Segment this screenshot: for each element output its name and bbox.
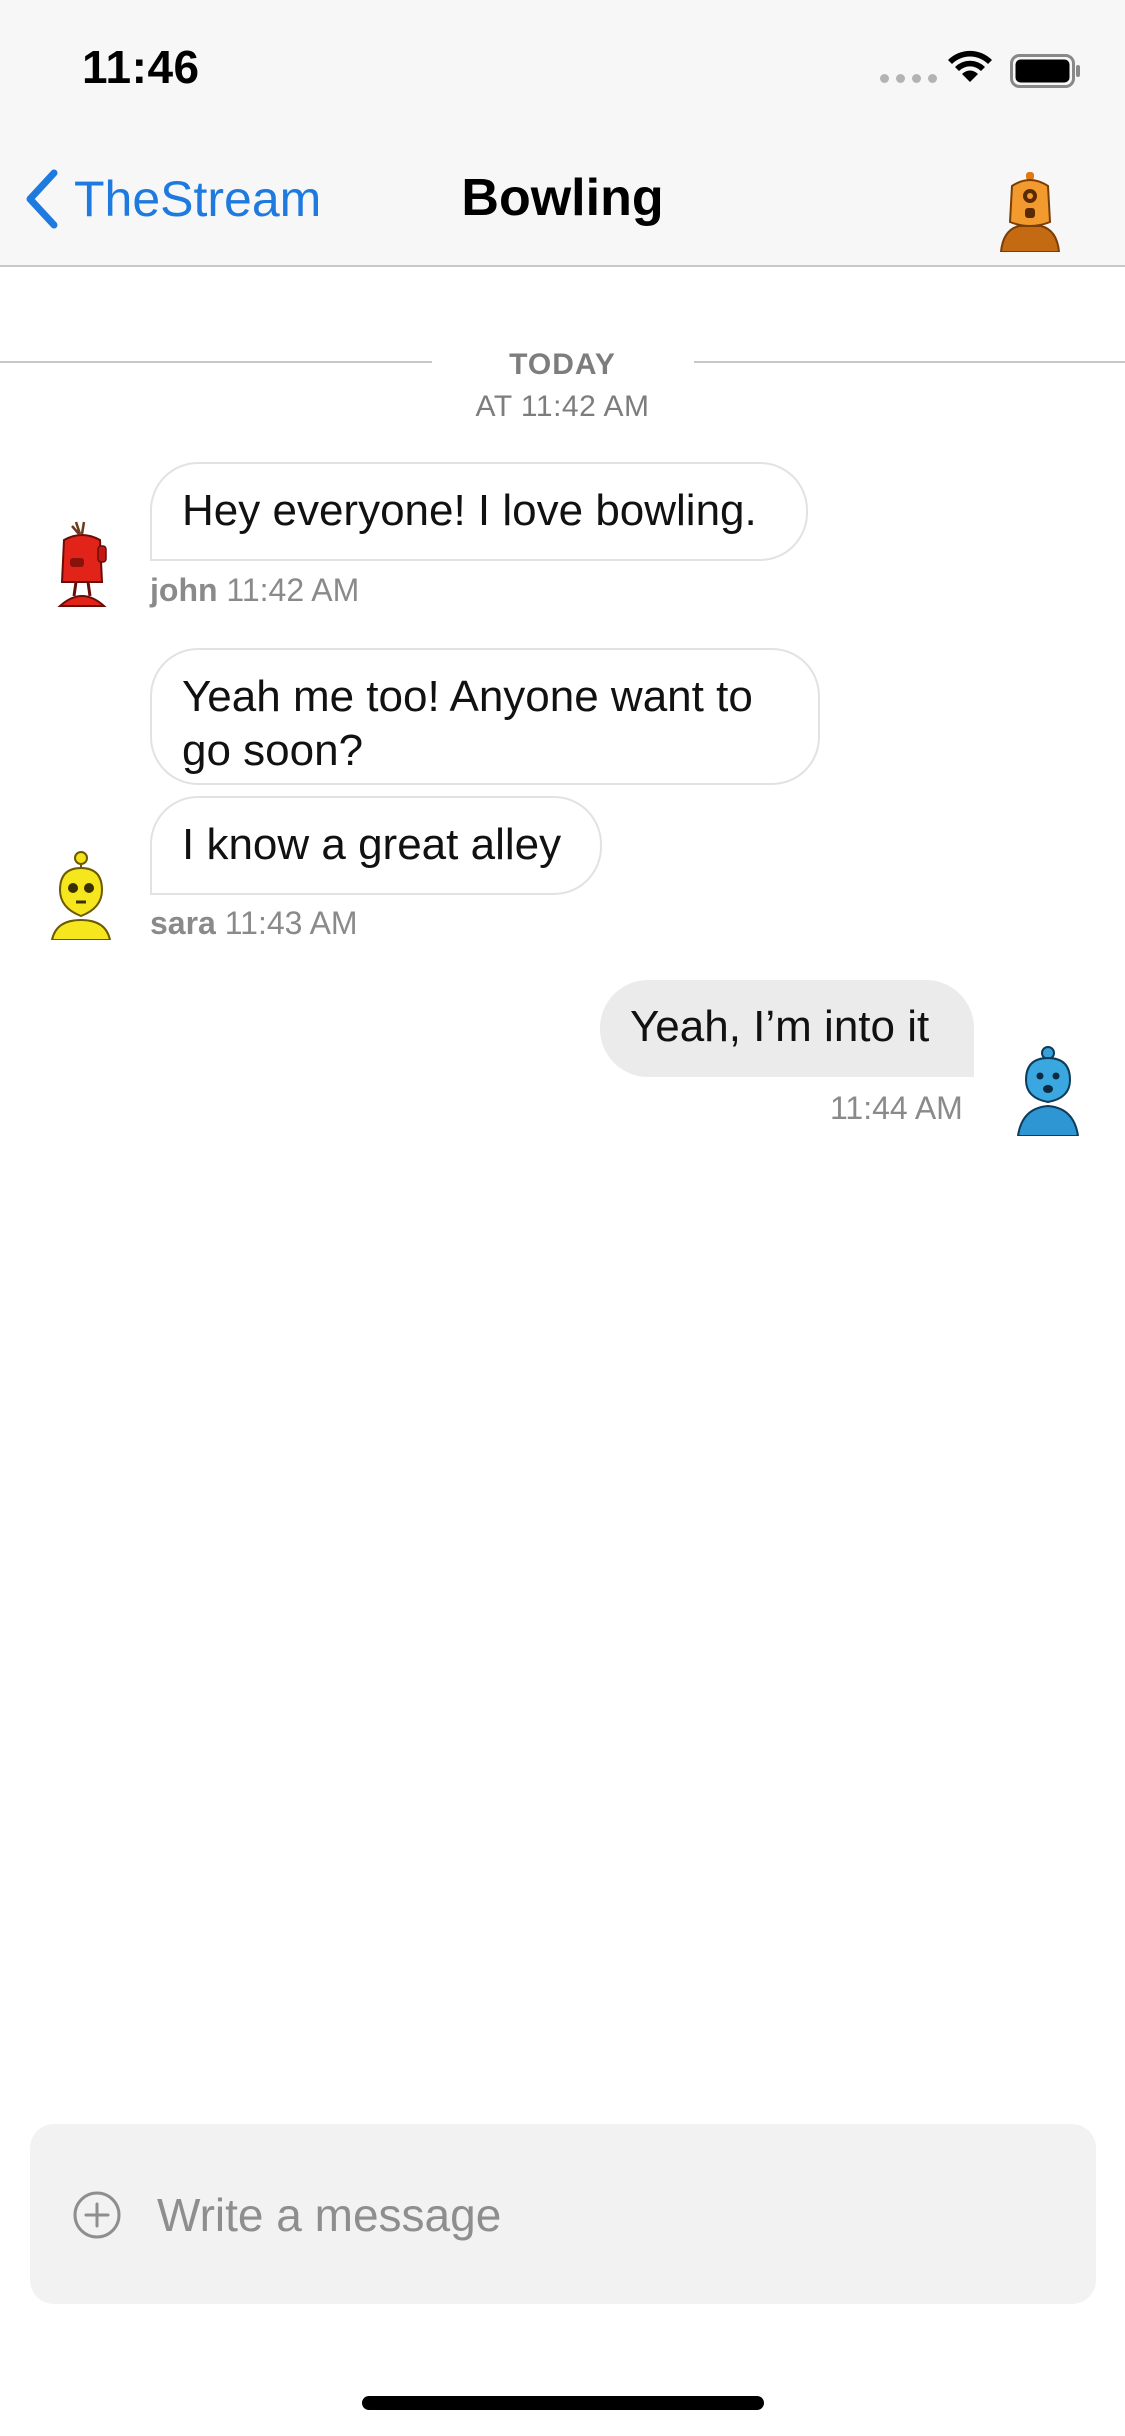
message-text: Hey everyone! I love bowling.	[182, 486, 757, 535]
message-time: 11:43 AM	[224, 905, 358, 941]
date-separator-label: TODAY	[509, 348, 616, 381]
message-text: Yeah, I’m into it	[630, 1002, 930, 1051]
status-time: 11:46	[82, 41, 200, 93]
message-text: I know a great alley	[182, 820, 562, 869]
message-time: 11:44 AM	[830, 1090, 963, 1126]
plus-circle-icon[interactable]	[72, 2190, 122, 2240]
date-separator-time: AT 11:42 AM	[475, 390, 650, 423]
blue-robot-avatar-icon[interactable]	[1012, 1046, 1082, 1136]
message-bubble[interactable]: Hey everyone! I love bowling.	[150, 462, 808, 561]
wifi-icon	[948, 50, 992, 82]
message-meta: john 11:42 AM	[150, 572, 359, 609]
message-composer	[30, 2124, 1096, 2304]
navigation-bar: TheStream Bowling	[0, 132, 1125, 267]
signal-dots-icon	[880, 74, 937, 83]
message-meta: sara 11:43 AM	[150, 905, 358, 942]
message-text: Yeah me too! Anyone want to go soon?	[182, 672, 753, 775]
orange-robot-avatar-icon[interactable]	[995, 172, 1065, 252]
yellow-robot-avatar-icon[interactable]	[46, 850, 116, 940]
home-indicator[interactable]	[362, 2396, 764, 2410]
message-author: john	[150, 572, 218, 608]
red-robot-avatar-icon[interactable]	[46, 520, 116, 610]
message-time: 11:42 AM	[226, 572, 360, 608]
message-input[interactable]	[155, 2174, 1059, 2256]
message-bubble-outgoing[interactable]: Yeah, I’m into it	[600, 980, 974, 1077]
message-bubble[interactable]: I know a great alley	[150, 796, 602, 895]
status-bar: 11:46	[0, 0, 1125, 132]
battery-icon	[1010, 54, 1080, 88]
page-title: Bowling	[461, 169, 664, 227]
message-bubble[interactable]: Yeah me too! Anyone want to go soon?	[150, 648, 820, 785]
message-author: sara	[150, 905, 216, 941]
